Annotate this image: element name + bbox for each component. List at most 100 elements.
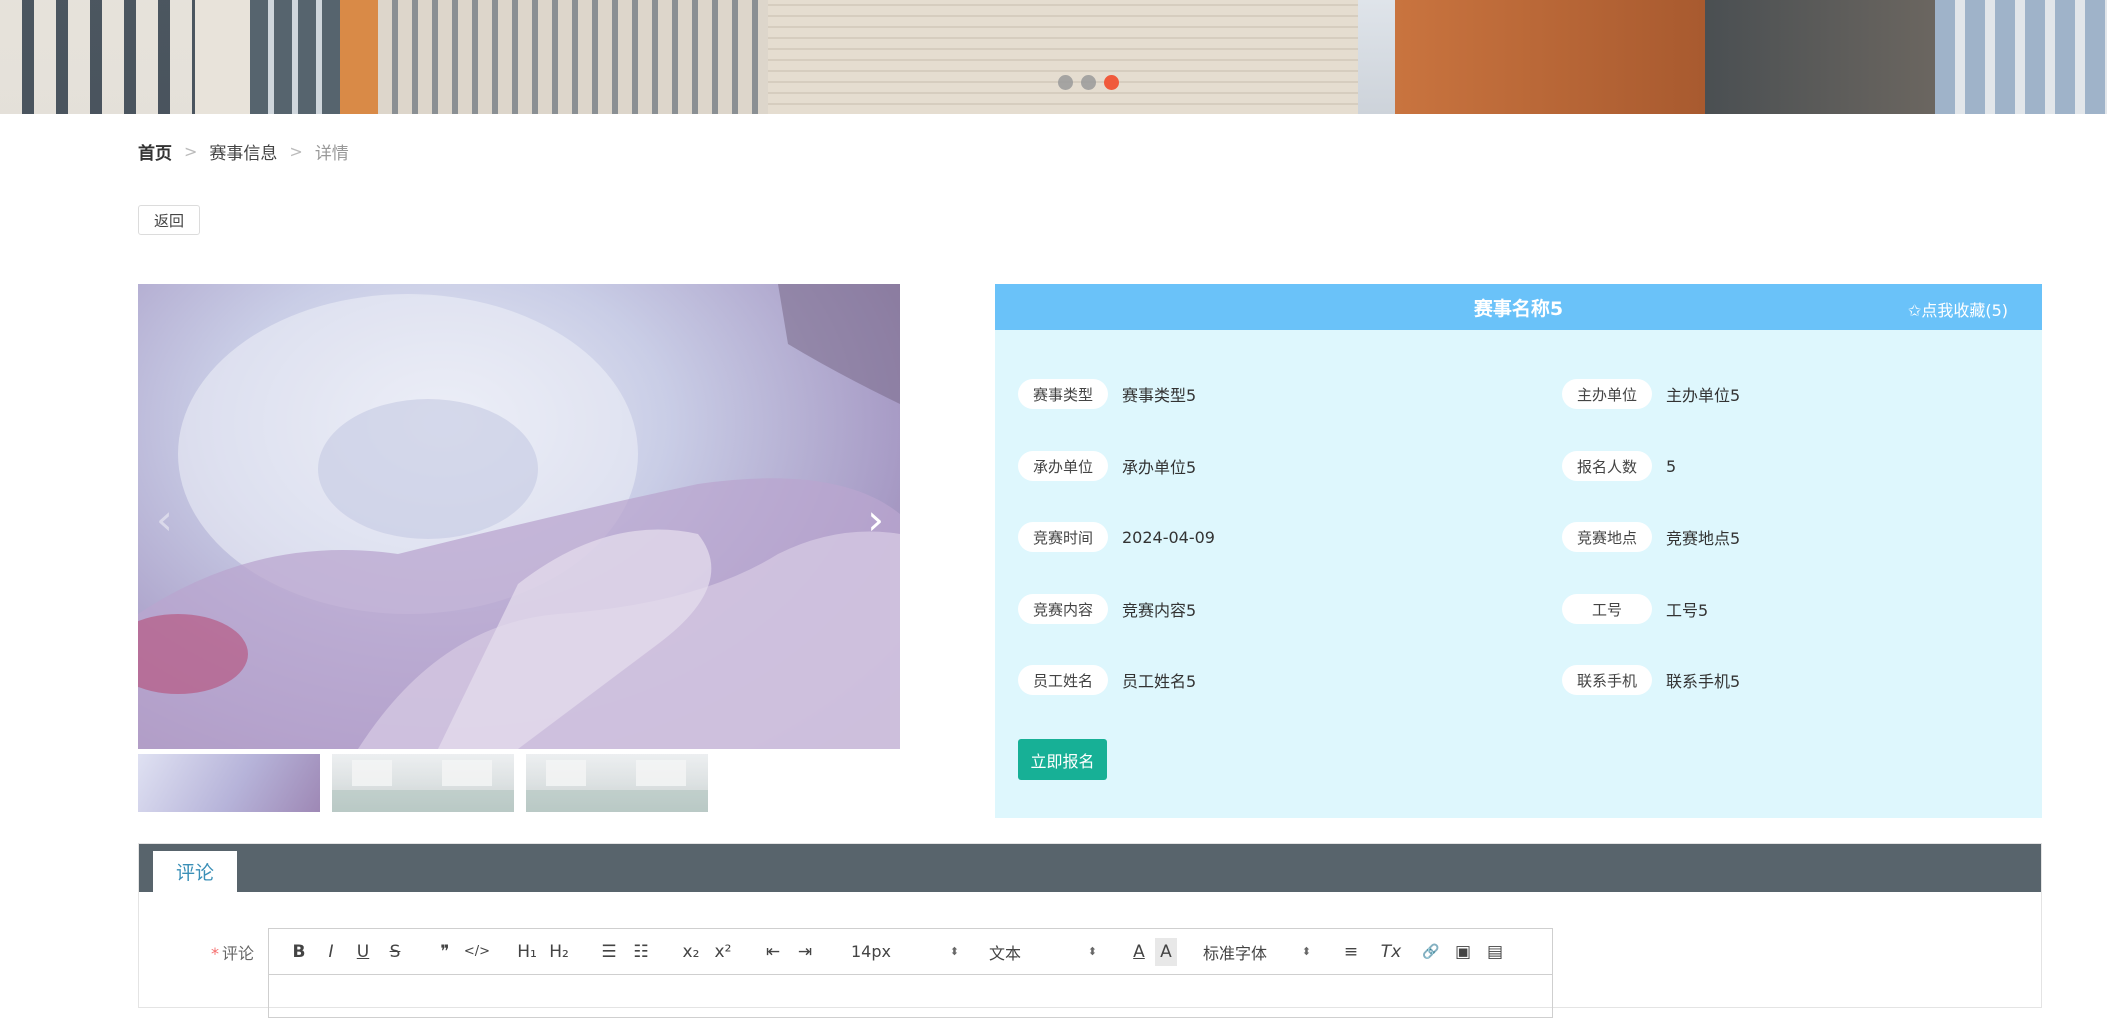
field-label: 赛事类型 xyxy=(1018,379,1108,409)
underline-icon[interactable]: U xyxy=(347,938,379,966)
banner-building-wall xyxy=(768,0,1358,114)
carousel-dot-active[interactable] xyxy=(1104,75,1119,90)
event-detail-panel: 赛事名称5 ✩点我收藏(5) 赛事类型 赛事类型5 主办单位 主办单位5 承办单… xyxy=(995,284,2042,818)
breadcrumb: 首页 > 赛事信息 > 详情 xyxy=(138,139,349,164)
blockquote-icon[interactable]: ❞ xyxy=(429,938,461,966)
banner-building-right xyxy=(1935,0,2107,114)
field-competition-content: 竞赛内容 竞赛内容5 xyxy=(1018,594,1196,624)
field-label: 竞赛地点 xyxy=(1562,522,1652,552)
field-event-type: 赛事类型 赛事类型5 xyxy=(1018,379,1196,409)
breadcrumb-separator: > xyxy=(184,142,198,161)
carousel-dot[interactable] xyxy=(1058,75,1073,90)
comment-section: 评论 * 评论 B I U S ❞ </> H₁ H₂ ☰ ☷ x₂ x² ⇤ ⇥ xyxy=(138,843,2042,1018)
font-family-select[interactable]: 标准字体 ⬍ xyxy=(1203,940,1311,964)
clear-format-icon[interactable]: Tx xyxy=(1375,938,1407,966)
banner-building-window xyxy=(250,0,340,114)
banner-building-glass xyxy=(1705,0,1935,114)
video-icon[interactable]: ▤ xyxy=(1479,938,1511,966)
signup-button[interactable]: 立即报名 xyxy=(1018,739,1107,780)
field-label: 主办单位 xyxy=(1562,379,1652,409)
banner-building-left xyxy=(0,0,195,114)
field-label: 竞赛时间 xyxy=(1018,522,1108,552)
hero-banner xyxy=(0,0,2107,114)
field-competition-location: 竞赛地点 竞赛地点5 xyxy=(1562,522,1740,552)
field-value: 联系手机5 xyxy=(1666,672,1741,691)
editor-toolbar: B I U S ❞ </> H₁ H₂ ☰ ☷ x₂ x² ⇤ ⇥ 14px ⬍ xyxy=(269,929,1552,975)
align-icon[interactable]: ≡ xyxy=(1335,938,1367,966)
breadcrumb-current: 详情 xyxy=(314,144,349,164)
rich-text-editor: B I U S ❞ </> H₁ H₂ ☰ ☷ x₂ x² ⇤ ⇥ 14px ⬍ xyxy=(268,928,1553,1018)
font-size-select[interactable]: 14px ⬍ xyxy=(851,942,959,961)
bold-icon[interactable]: B xyxy=(283,938,315,966)
breadcrumb-separator: > xyxy=(289,142,303,161)
select-caret-icon: ⬍ xyxy=(949,945,959,958)
banner-carousel-dots xyxy=(1058,75,1119,90)
tab-comments[interactable]: 评论 xyxy=(153,851,237,892)
field-co-organizer: 承办单位 承办单位5 xyxy=(1018,451,1196,481)
select-caret-icon: ⬍ xyxy=(1087,945,1097,958)
strikethrough-icon[interactable]: S xyxy=(379,938,411,966)
comment-tabbar: 评论 xyxy=(139,844,2041,892)
breadcrumb-home[interactable]: 首页 xyxy=(138,139,172,164)
field-value: 赛事类型5 xyxy=(1122,386,1197,405)
field-contact-phone: 联系手机 联系手机5 xyxy=(1562,665,1740,695)
field-label: 员工姓名 xyxy=(1018,665,1108,695)
gallery-main-image: ‹ › xyxy=(138,284,900,749)
code-block-icon[interactable]: </> xyxy=(461,938,493,966)
event-title: 赛事名称5 xyxy=(1473,297,1564,320)
superscript-icon[interactable]: x² xyxy=(707,938,739,966)
font-size-value: 14px xyxy=(851,942,891,961)
lab-photo-illustration xyxy=(138,284,900,749)
gallery-thumbnail[interactable] xyxy=(526,754,708,812)
gallery-thumbnail[interactable] xyxy=(138,754,320,812)
background-color-icon[interactable]: A xyxy=(1155,937,1177,966)
gallery-prev-arrow-icon[interactable]: ‹ xyxy=(156,499,173,541)
back-button[interactable]: 返回 xyxy=(138,205,200,235)
banner-building-orange xyxy=(340,0,378,114)
header-select[interactable]: 文本 ⬍ xyxy=(989,940,1097,964)
comment-label-text: 评论 xyxy=(222,944,255,963)
subscript-icon[interactable]: x₂ xyxy=(675,938,707,966)
text-color-icon[interactable]: A xyxy=(1123,938,1155,966)
gallery-thumbnail[interactable] xyxy=(332,754,514,812)
field-value: 2024-04-09 xyxy=(1122,527,1215,547)
heading-1-icon[interactable]: H₁ xyxy=(511,938,543,966)
link-icon[interactable]: 🔗 xyxy=(1415,938,1447,966)
required-mark: * xyxy=(211,944,219,963)
gallery-thumbnails xyxy=(138,754,708,812)
field-label: 竞赛内容 xyxy=(1018,594,1108,624)
field-label: 联系手机 xyxy=(1562,665,1652,695)
indent-icon[interactable]: ⇥ xyxy=(789,938,821,966)
lab-bench-illustration xyxy=(332,760,514,812)
field-label: 工号 xyxy=(1562,594,1652,624)
field-organizer: 主办单位 主办单位5 xyxy=(1562,379,1740,409)
image-icon[interactable]: ▣ xyxy=(1447,938,1479,966)
heading-2-icon[interactable]: H₂ xyxy=(543,938,575,966)
comment-field-label: * 评论 xyxy=(211,940,254,964)
field-value: 主办单位5 xyxy=(1666,386,1741,405)
ordered-list-icon[interactable]: ☰ xyxy=(593,938,625,966)
field-employee-id: 工号 工号5 xyxy=(1562,594,1708,624)
banner-building-facade xyxy=(378,0,768,114)
header-value: 文本 xyxy=(989,943,1022,963)
field-label: 报名人数 xyxy=(1562,451,1652,481)
field-competition-time: 竞赛时间 2024-04-09 xyxy=(1018,522,1215,552)
outdent-icon[interactable]: ⇤ xyxy=(757,938,789,966)
gallery-next-arrow-icon[interactable]: › xyxy=(867,499,884,541)
select-caret-icon: ⬍ xyxy=(1301,945,1311,958)
field-value: 竞赛内容5 xyxy=(1122,601,1197,620)
breadcrumb-section[interactable]: 赛事信息 xyxy=(209,139,277,164)
field-registrant-count: 报名人数 5 xyxy=(1562,451,1676,481)
lab-bench-illustration xyxy=(526,760,708,812)
bullet-list-icon[interactable]: ☷ xyxy=(625,938,657,966)
event-detail-header: 赛事名称5 ✩点我收藏(5) xyxy=(995,284,2042,330)
field-value: 竞赛地点5 xyxy=(1666,529,1741,548)
field-value: 承办单位5 xyxy=(1122,458,1197,477)
italic-icon[interactable]: I xyxy=(315,938,347,966)
carousel-dot[interactable] xyxy=(1081,75,1096,90)
favorite-button[interactable]: ✩点我收藏(5) xyxy=(1908,297,2008,321)
banner-building-copper xyxy=(1395,0,1705,114)
field-value: 工号5 xyxy=(1666,601,1709,620)
field-value: 员工姓名5 xyxy=(1122,672,1197,691)
font-family-value: 标准字体 xyxy=(1203,943,1268,963)
